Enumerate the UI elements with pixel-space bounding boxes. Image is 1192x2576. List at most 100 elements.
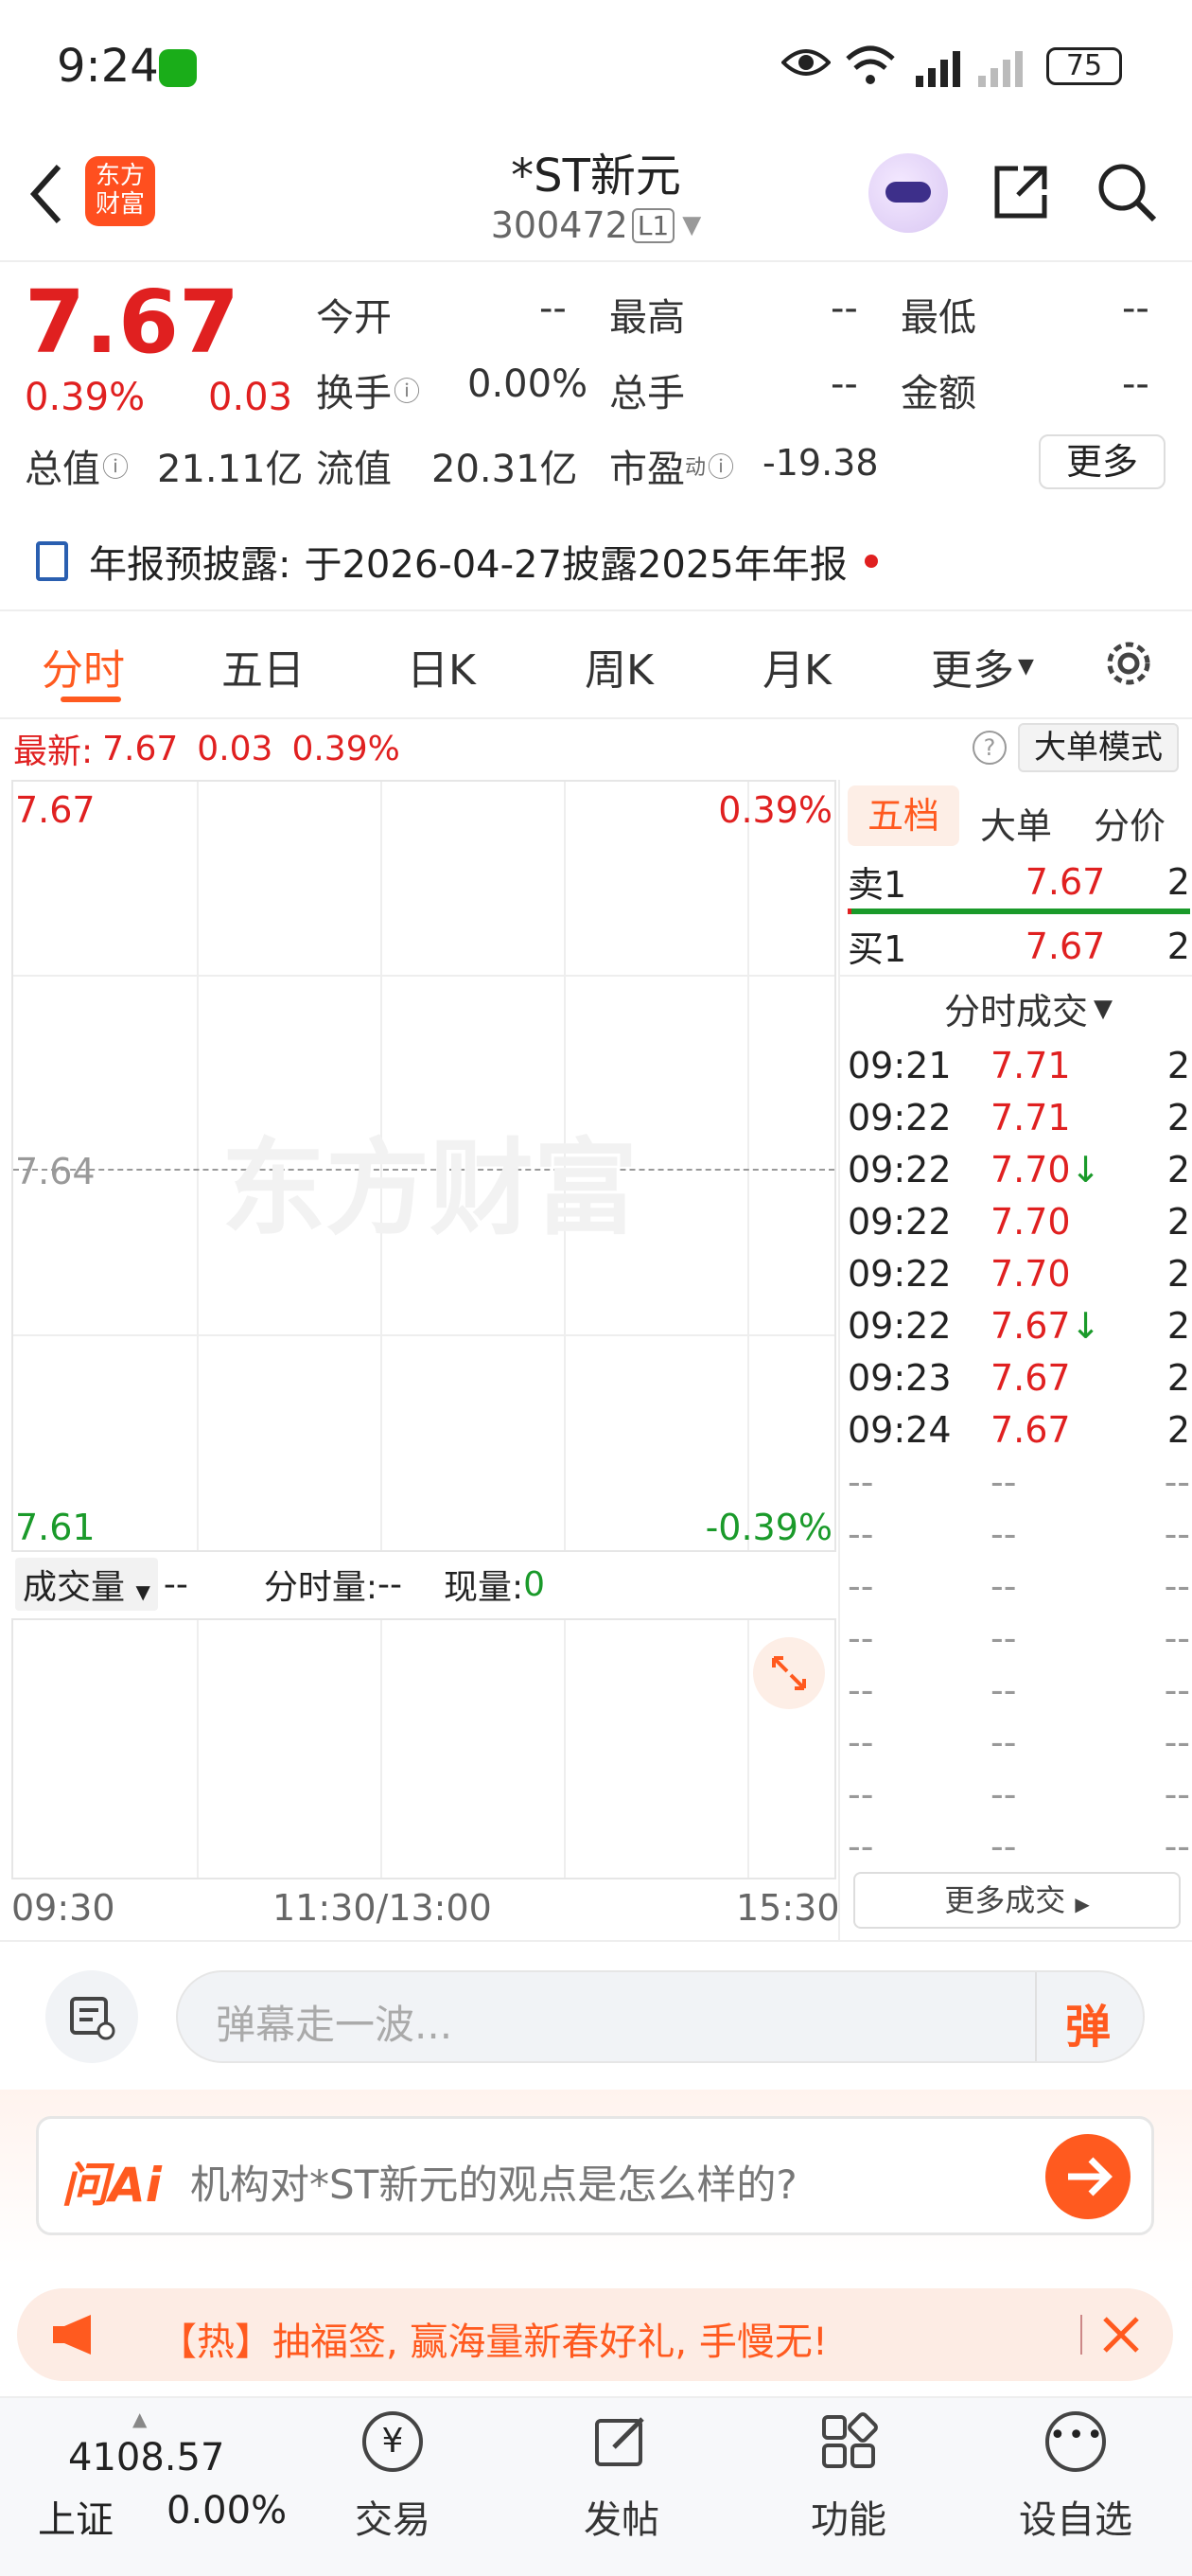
volume-chart[interactable] xyxy=(11,1618,836,1879)
trade-qty: -- xyxy=(1164,1460,1190,1503)
nav-trade[interactable]: ¥ 交易 xyxy=(331,2411,454,2563)
nav-post[interactable]: 发帖 xyxy=(560,2411,683,2563)
trade-time: 09:22 xyxy=(848,1304,952,1347)
ai-question: 机构对*ST新元的观点是怎么样的? xyxy=(190,2161,798,2208)
trade-time: 09:24 xyxy=(848,1408,952,1451)
settings-icon[interactable] xyxy=(1099,634,1158,693)
search-icon[interactable] xyxy=(1096,161,1158,223)
trade-price-value: 7.71 xyxy=(990,1044,1071,1086)
stock-code: 300472 xyxy=(490,204,628,246)
big-order-mode-button[interactable]: 大单模式 xyxy=(1018,723,1179,772)
trade-row: -- -- -- xyxy=(848,1560,1190,1612)
ai-question-box[interactable]: 问Ai 机构对*ST新元的观点是怎么样的? xyxy=(36,2116,1154,2235)
tab-intraday[interactable]: 分时 xyxy=(42,636,125,697)
trades-list: 09:21 7.71 2 09:22 7.71 2 09:22 7.70↓ 2 09:22 7.70… xyxy=(848,1039,1190,1872)
tab-weekly-k[interactable]: 周K xyxy=(585,636,654,697)
tab-big-orders[interactable]: 大单 xyxy=(980,797,1052,849)
tab-monthly-k[interactable]: 月K xyxy=(763,636,832,697)
trade-price: -- xyxy=(990,1617,1104,1659)
intraday-chart[interactable]: 东方财富 7.67 7.64 7.61 0.39% -0.39% xyxy=(11,780,836,1552)
arrow-right-icon[interactable] xyxy=(1045,2134,1131,2219)
bottom-nav: ▲ 4108.57 上证 0.00% ¥ 交易 发帖 功能 ••• 设自选 xyxy=(0,2396,1192,2576)
turnover-value: 0.00% xyxy=(467,362,588,406)
trade-price-value: -- xyxy=(990,1564,1017,1607)
danmaku-send-button[interactable]: 弹 xyxy=(1065,1989,1111,2056)
trade-price: -- xyxy=(990,1513,1104,1555)
price-line-plot xyxy=(13,782,834,1550)
caret-up-icon: ▲ xyxy=(132,2408,148,2430)
trade-qty: -- xyxy=(1164,1616,1190,1659)
promo-banner[interactable]: 【热】抽福签, 赢海量新春好礼, 手慢无! xyxy=(17,2288,1173,2381)
volume-dropdown-label: 成交量 xyxy=(23,1568,126,1607)
divider xyxy=(840,975,1192,977)
nav-add-watchlist[interactable]: ••• 设自选 xyxy=(1005,2411,1147,2563)
trade-qty: 2 xyxy=(1166,1044,1190,1086)
high-value: -- xyxy=(831,287,858,330)
trades-header[interactable]: 分时成交 ▼ xyxy=(944,982,1113,1034)
share-icon[interactable] xyxy=(990,161,1052,223)
trade-row: 09:23 7.67 2 xyxy=(848,1351,1190,1403)
trade-qty: -- xyxy=(1164,1720,1190,1763)
trade-price: -- xyxy=(990,1721,1104,1763)
tab-five-day[interactable]: 五日 xyxy=(221,636,305,697)
mcap-label-wrap[interactable]: 总值 ⓘ xyxy=(25,438,129,493)
trade-price: 7.71 xyxy=(990,1045,1104,1086)
trade-qty: -- xyxy=(1164,1512,1190,1555)
stock-code-row[interactable]: 300472 L1 ▼ xyxy=(482,204,710,246)
trade-price: 7.67↓ xyxy=(990,1305,1104,1347)
trade-time: -- xyxy=(848,1616,874,1659)
trade-price-value: -- xyxy=(990,1668,1017,1711)
notice-bar[interactable]: 年报预披露: 于2026-04-27披露2025年年报 xyxy=(36,533,1162,590)
back-icon[interactable] xyxy=(25,161,72,227)
danmaku-settings-icon[interactable] xyxy=(45,1970,138,2063)
amount-label: 金额 xyxy=(901,372,976,415)
tab-price-distribution[interactable]: 分价 xyxy=(1094,797,1166,849)
divider xyxy=(0,717,1192,719)
pe-label-wrap[interactable]: 市盈 动 ⓘ xyxy=(609,438,734,493)
info-icon: ⓘ xyxy=(102,451,130,483)
help-icon[interactable]: ? xyxy=(973,731,1007,765)
promo-divider xyxy=(1080,2315,1082,2355)
tab-daily-k[interactable]: 日K xyxy=(407,636,476,697)
battery-level: 75 xyxy=(1065,49,1103,82)
trade-price: 7.70 xyxy=(990,1201,1104,1243)
ai-robot-icon[interactable] xyxy=(868,153,948,233)
bid-ask-bar xyxy=(848,909,1190,914)
level-badge: L1 xyxy=(631,207,675,243)
mcap-value: 21.11亿 xyxy=(157,448,304,491)
trade-qty: 2 xyxy=(1166,1096,1190,1138)
trade-row: -- -- -- xyxy=(848,1456,1190,1508)
expand-icon[interactable] xyxy=(753,1637,825,1709)
turnover-label-wrap[interactable]: 换手 ⓘ xyxy=(316,362,420,417)
trade-time: -- xyxy=(848,1773,874,1815)
trade-time: -- xyxy=(848,1720,874,1763)
trade-price-value: 7.70 xyxy=(990,1148,1071,1191)
index-ticker[interactable]: ▲ 4108.57 上证 0.00% xyxy=(28,2408,287,2559)
nav-functions[interactable]: 功能 xyxy=(787,2411,910,2563)
order-book-panel: 五档 大单 分价 卖1 7.67 2 买1 7.67 2 分时成交 ▼ 09:2… xyxy=(838,780,1192,1940)
trade-row: 09:22 7.71 2 xyxy=(848,1091,1190,1143)
close-icon[interactable] xyxy=(1099,2313,1143,2356)
danmaku-input[interactable]: 弹幕走一波... 弹 xyxy=(176,1970,1145,2063)
more-button[interactable]: 更多 xyxy=(1039,434,1166,489)
battery-icon: 75 xyxy=(1046,47,1122,85)
more-trades-button[interactable]: 更多成交 ▶ xyxy=(853,1872,1181,1929)
chevron-down-icon: ▼ xyxy=(1018,654,1034,679)
chevron-right-icon: ▶ xyxy=(1075,1893,1090,1915)
trade-price-value: 7.70 xyxy=(990,1252,1071,1295)
header: 东方 财富 *ST新元 300472 L1 ▼ xyxy=(0,132,1192,262)
x-start-label: 09:30 xyxy=(11,1887,115,1929)
period-volume-value: -- xyxy=(377,1564,402,1604)
trades-header-label: 分时成交 xyxy=(944,991,1089,1032)
change-pct: 0.39% xyxy=(25,376,146,419)
logo-text-2: 财富 xyxy=(95,190,145,219)
tab-more[interactable]: 更多 ▼ xyxy=(931,636,1034,697)
volume-dropdown[interactable]: 成交量 ▼ xyxy=(15,1558,158,1611)
sell1-label: 卖1 xyxy=(848,864,907,906)
buy1-qty: 2 xyxy=(1166,925,1190,967)
nav-add-watchlist-label: 设自选 xyxy=(1019,2498,1132,2542)
tab-five-levels[interactable]: 五档 xyxy=(848,785,959,846)
yuan-icon: ¥ xyxy=(362,2411,423,2472)
eye-icon xyxy=(780,45,832,79)
ai-logo: 问Ai xyxy=(61,2158,162,2213)
